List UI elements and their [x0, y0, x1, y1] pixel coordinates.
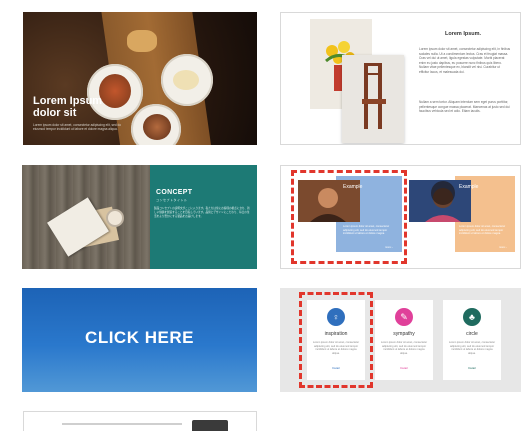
more-link[interactable]: more ›	[499, 246, 507, 249]
icon-card-text: Lorem ipsum dolor sit amet, consectetur …	[380, 341, 428, 355]
dashed-highlight	[299, 292, 373, 388]
concept-body: 製品コンセプトの説明文がここに入ります。私たちは常にお客様の視点に立ち、新しい価…	[154, 207, 250, 218]
icon-card-label: circle	[466, 331, 478, 337]
article-paragraph: Nullam a sem tortor. Aliquam interdum se…	[419, 100, 510, 113]
hero-title: Lorem Ipsum dolor sit	[33, 95, 103, 119]
icon-card[interactable]: ♣ circle Lorem ipsum dolor sit amet, con…	[443, 300, 501, 380]
device-image	[192, 420, 228, 431]
template-thumb-partial[interactable]	[23, 411, 257, 431]
notebook	[47, 197, 109, 257]
concept-subtitle: コンセプトタイトル	[156, 198, 188, 202]
profile-text: Lorem ipsum dolor sit amet, consectetur …	[459, 225, 506, 236]
chair-icon	[362, 63, 386, 129]
article-paragraph: Lorem ipsum dolor sit amet, consectetur …	[419, 47, 511, 74]
chair-photo	[342, 55, 404, 143]
template-thumb-icon-cards[interactable]: ♀ inspiration Lorem ipsum dolor sit amet…	[280, 288, 521, 392]
food	[143, 114, 171, 140]
icon-card[interactable]: ✎ sympathy Lorem ipsum dolor sit amet, c…	[375, 300, 433, 380]
coffee-cup	[108, 211, 122, 225]
icon-card-text: Lorem ipsum dolor sit amet, consectetur …	[448, 341, 496, 355]
dashed-highlight	[291, 170, 407, 264]
icon-card-label: sympathy	[393, 331, 415, 337]
click-here-button[interactable]: CLICK HERE	[22, 328, 257, 348]
detail-link[interactable]: Detail	[375, 366, 433, 370]
tag-icon: ✎	[395, 308, 413, 326]
profile-label: Example	[459, 184, 479, 190]
template-thumb-concept[interactable]: CONCEPT コンセプトタイトル 製品コンセプトの説明文がここに入ります。私た…	[22, 165, 257, 269]
placeholder-bar	[62, 423, 182, 425]
template-thumb-cta[interactable]: CLICK HERE	[22, 288, 257, 392]
hero-body: Lorem ipsum dolor sit amet, consectetur …	[33, 123, 122, 131]
template-thumb-article[interactable]: Lorem Ipsum. Lorem ipsum dolor sit amet,…	[280, 12, 521, 145]
article-title: Lorem Ipsum.	[445, 31, 482, 37]
bread	[127, 30, 157, 52]
group-icon: ♣	[463, 308, 481, 326]
concept-title: CONCEPT	[156, 189, 193, 196]
template-thumb-hero[interactable]: Lorem Ipsum dolor sit Lorem ipsum dolor …	[23, 12, 257, 145]
template-thumb-profiles[interactable]: Example Example Lorem ipsum dolor sit am…	[280, 165, 521, 269]
detail-link[interactable]: Detail	[443, 366, 501, 370]
food	[173, 70, 199, 90]
